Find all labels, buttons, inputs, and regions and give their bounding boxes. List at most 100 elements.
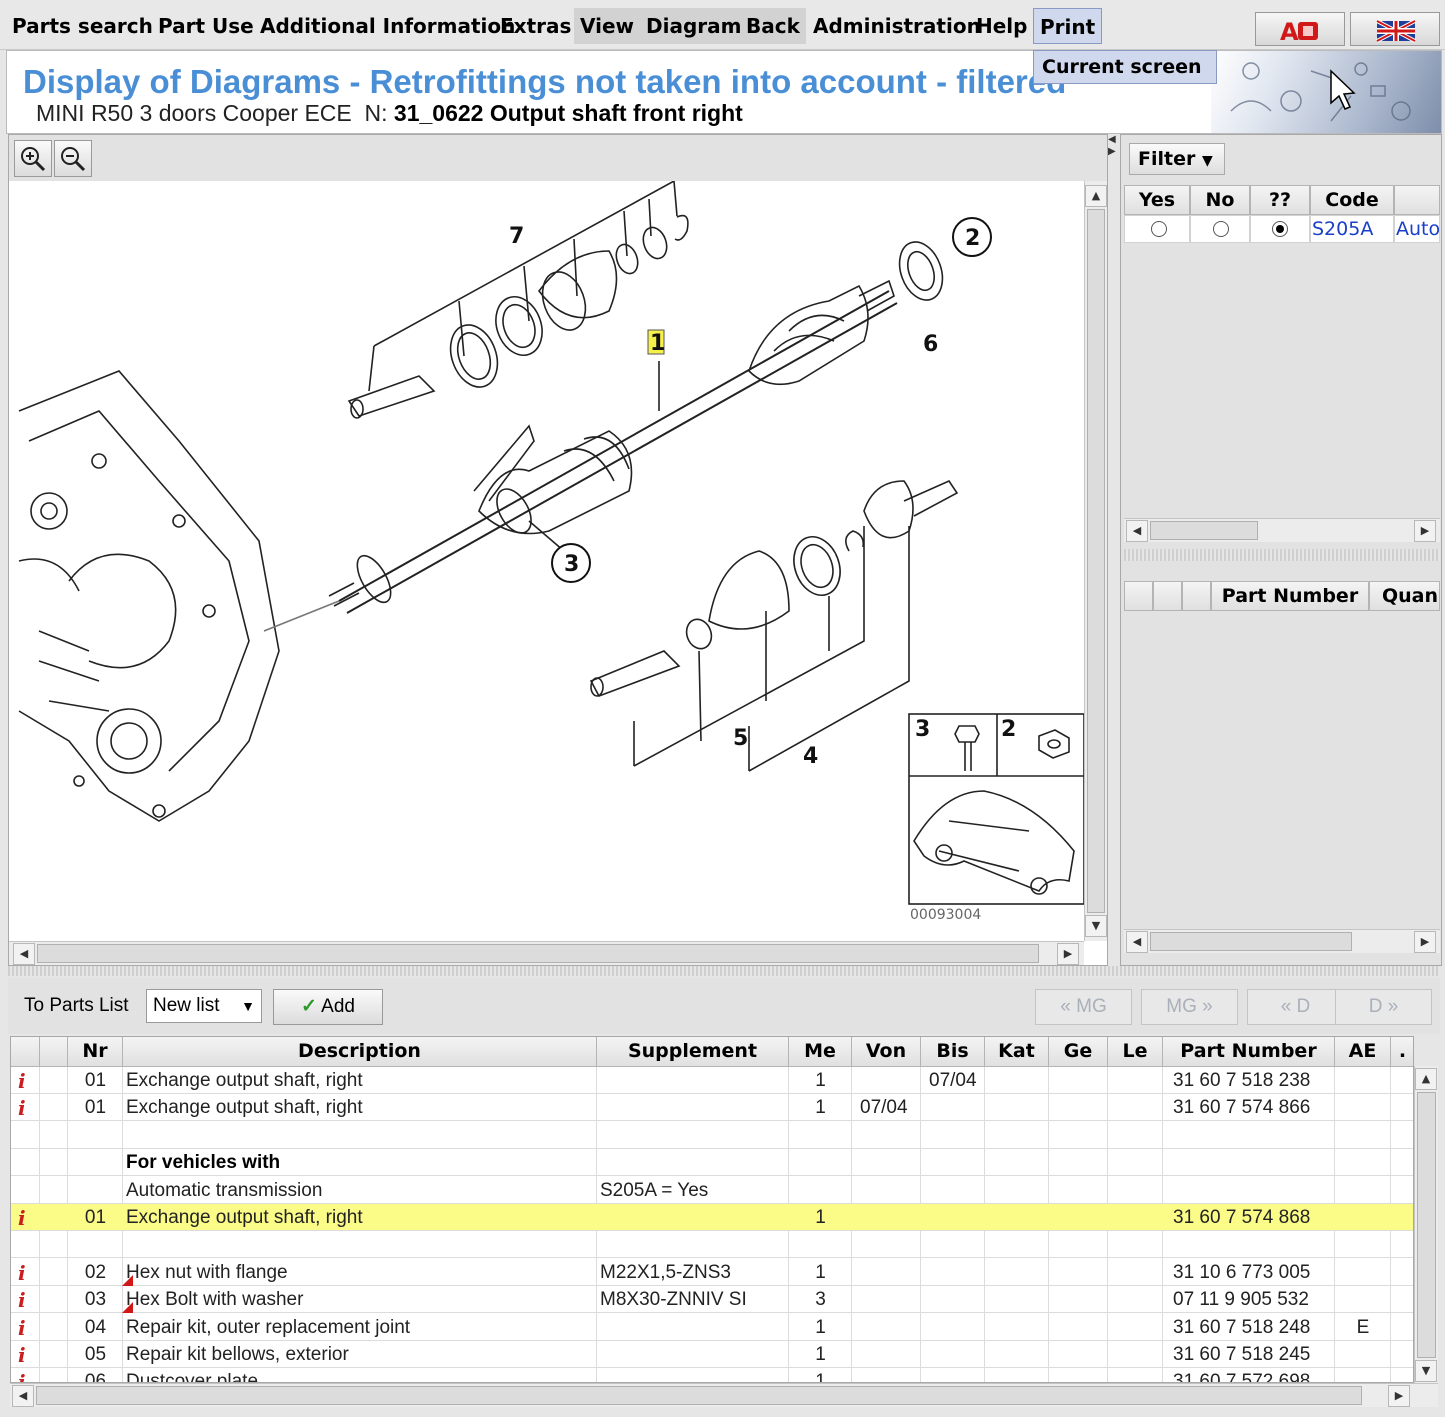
filter-code-cell[interactable]: S205A	[1310, 215, 1394, 243]
header-col-nr[interactable]: Nr	[68, 1037, 123, 1067]
parts-col-b[interactable]	[1153, 581, 1182, 611]
table-row[interactable]: i 06 Dustcover plate 1 31 60 7 572 698	[11, 1368, 1413, 1382]
parts-col-part-number[interactable]: Part Number	[1211, 581, 1369, 611]
table-row[interactable]: For vehicles with	[11, 1149, 1413, 1177]
table-row[interactable]: i 03 Hex Bolt with washer M8X30-ZNNIV SI 3 07…	[11, 1286, 1413, 1314]
parts-col-a[interactable]	[1124, 581, 1153, 611]
table-row-selected[interactable]: i 01 Exchange output shaft, right 1 31 60 7 …	[11, 1204, 1413, 1231]
header-col-supplement[interactable]: Supplement	[597, 1037, 789, 1067]
menu-diagram[interactable]: Diagram	[640, 8, 748, 44]
menu-administration[interactable]: Administration	[807, 8, 987, 44]
table-row[interactable]: i 05 Repair kit bellows, exterior 1 31 60 7 …	[11, 1341, 1413, 1368]
menu-extras[interactable]: Extras	[494, 8, 577, 44]
parts-vertical-scrollbar[interactable]: ▲ ▼	[1414, 1066, 1438, 1383]
scroll-right-button[interactable]: ▶	[1414, 520, 1436, 542]
filter-col-description[interactable]	[1394, 185, 1440, 215]
scroll-right-button[interactable]: ▶	[1057, 943, 1079, 965]
table-row[interactable]	[11, 1231, 1413, 1259]
filter-col-no[interactable]: No	[1190, 185, 1250, 215]
scroll-thumb[interactable]	[37, 944, 1039, 963]
table-row[interactable]: i 04 Repair kit, outer replacement joint 1 3…	[11, 1314, 1413, 1341]
info-icon[interactable]: i	[18, 1288, 26, 1312]
next-mg-button[interactable]: MG »	[1141, 989, 1238, 1025]
parts-list-select[interactable]: New list ▼	[146, 989, 262, 1023]
prev-d-button[interactable]: « D	[1247, 989, 1344, 1025]
header-col-info[interactable]	[11, 1037, 40, 1067]
cell-ae	[1337, 1204, 1389, 1231]
info-icon[interactable]: i	[18, 1069, 26, 1093]
filter-desc-cell[interactable]: Auto	[1394, 215, 1440, 243]
parts-col-quantity[interactable]: Quan	[1369, 581, 1440, 611]
prev-mg-button[interactable]: « MG	[1035, 989, 1132, 1025]
info-icon[interactable]: i	[18, 1261, 26, 1285]
ad-flag-button[interactable]: A	[1255, 12, 1345, 46]
zoom-out-button[interactable]	[54, 140, 92, 177]
table-row[interactable]: i 01 Exchange output shaft, right 1 07/04 31 …	[11, 1067, 1413, 1094]
scroll-down-button[interactable]: ▼	[1085, 915, 1107, 937]
menu-part-use[interactable]: Part Use	[152, 8, 260, 44]
info-icon[interactable]: i	[18, 1316, 26, 1340]
menu-print[interactable]: Print	[1033, 8, 1103, 44]
scroll-thumb[interactable]	[1150, 521, 1258, 540]
filter-dropdown-button[interactable]: Filter ▼	[1129, 143, 1225, 175]
scroll-left-button[interactable]: ◀	[1126, 520, 1148, 542]
header-col-bis[interactable]: Bis	[921, 1037, 985, 1067]
filter-col-yes[interactable]: Yes	[1124, 185, 1190, 215]
filter-horizontal-scrollbar[interactable]: ◀ ▶	[1124, 518, 1440, 542]
header-col-von[interactable]: Von	[852, 1037, 921, 1067]
print-current-screen-item[interactable]: Current screen	[1033, 50, 1217, 84]
vertical-splitter[interactable]: ◀ ▶	[1108, 134, 1118, 966]
header-col-ge[interactable]: Ge	[1049, 1037, 1108, 1067]
scroll-left-button[interactable]: ◀	[13, 943, 35, 965]
scroll-down-button[interactable]: ▼	[1415, 1360, 1437, 1382]
menu-back[interactable]: Back	[740, 8, 806, 44]
diagram-vertical-scrollbar[interactable]: ▲ ▼	[1084, 181, 1107, 941]
table-row[interactable]: Automatic transmission S205A = Yes	[11, 1177, 1413, 1204]
scroll-right-button[interactable]: ▶	[1388, 1385, 1410, 1407]
scroll-left-button[interactable]: ◀	[1126, 931, 1148, 953]
header-col-me[interactable]: Me	[789, 1037, 852, 1067]
scroll-up-button[interactable]: ▲	[1415, 1068, 1437, 1090]
scroll-thumb[interactable]	[1150, 932, 1352, 951]
menu-help[interactable]: Help	[970, 8, 1033, 44]
table-row[interactable]: i 01 Exchange output shaft, right 1 07/04 31 …	[11, 1094, 1413, 1122]
header-col-extra[interactable]: .	[1391, 1037, 1413, 1067]
info-icon[interactable]: i	[18, 1206, 26, 1230]
scroll-thumb[interactable]	[1417, 1092, 1436, 1358]
exploded-diagram[interactable]: 7 2 6 1 3 5 4 3 2 00093004	[9, 181, 1084, 941]
parts-col-c[interactable]	[1182, 581, 1211, 611]
radio-unknown[interactable]	[1272, 221, 1288, 237]
filter-col-code[interactable]: Code	[1310, 185, 1394, 215]
menu-view[interactable]: View	[574, 8, 641, 44]
add-button[interactable]: ✓ Add	[273, 989, 383, 1025]
filter-col-unknown[interactable]: ??	[1250, 185, 1310, 215]
header-col-ae[interactable]: AE	[1335, 1037, 1391, 1067]
language-flag-button[interactable]	[1350, 12, 1440, 46]
header-col-part-number[interactable]: Part Number	[1163, 1037, 1335, 1067]
zoom-in-button[interactable]	[14, 140, 52, 177]
scroll-left-button[interactable]: ◀	[12, 1385, 34, 1407]
table-row[interactable]: i 02 Hex nut with flange M22X1,5-ZNS3 1 31 10…	[11, 1259, 1413, 1286]
parts-horizontal-scrollbar[interactable]: ◀ ▶	[10, 1383, 1438, 1407]
header-col-kat[interactable]: Kat	[985, 1037, 1049, 1067]
header-col-flag[interactable]	[40, 1037, 68, 1067]
radio-yes[interactable]	[1151, 221, 1167, 237]
scroll-thumb[interactable]	[36, 1386, 1362, 1405]
horizontal-splitter[interactable]	[8, 966, 1440, 976]
radio-no[interactable]	[1213, 221, 1229, 237]
info-icon[interactable]: i	[18, 1370, 26, 1382]
scroll-up-button[interactable]: ▲	[1085, 185, 1107, 207]
diagram-horizontal-scrollbar[interactable]: ◀ ▶	[9, 941, 1084, 965]
parts-horizontal-scrollbar[interactable]: ◀ ▶	[1124, 929, 1440, 953]
info-icon[interactable]: i	[18, 1343, 26, 1367]
scroll-right-button[interactable]: ▶	[1414, 931, 1436, 953]
header-col-description[interactable]: Description	[123, 1037, 597, 1067]
next-d-button[interactable]: D »	[1335, 989, 1432, 1025]
info-icon[interactable]: i	[18, 1096, 26, 1120]
header-col-le[interactable]: Le	[1108, 1037, 1163, 1067]
menu-additional-information[interactable]: Additional Information	[254, 8, 521, 44]
table-row[interactable]	[11, 1122, 1413, 1149]
right-splitter[interactable]	[1124, 549, 1440, 561]
menu-parts-search[interactable]: Parts search	[6, 8, 159, 44]
scroll-thumb[interactable]	[1087, 209, 1105, 913]
